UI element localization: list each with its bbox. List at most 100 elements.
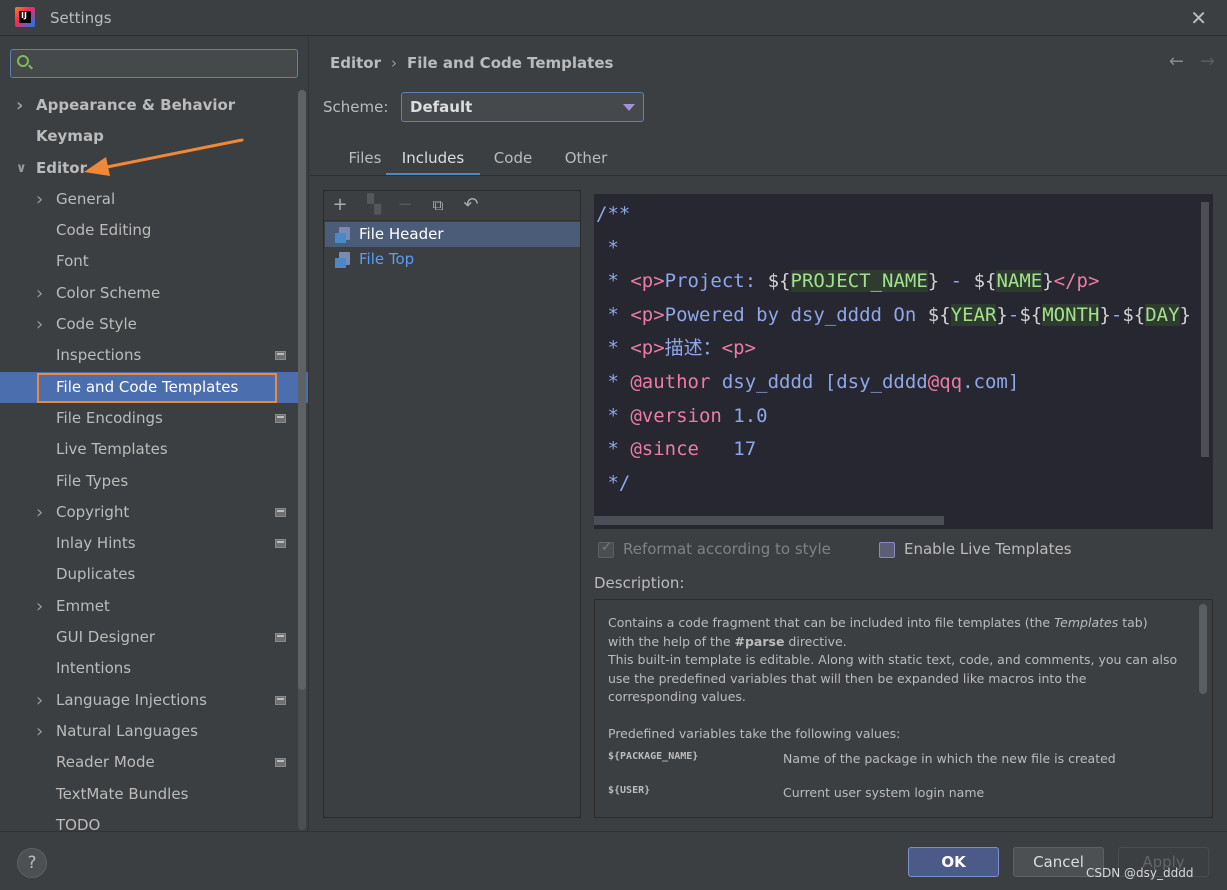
chevron-right-icon[interactable]: ›: [36, 497, 43, 528]
sidebar-item-reader-mode[interactable]: Reader Mode: [0, 747, 296, 778]
search-icon[interactable]: [17, 55, 29, 67]
sidebar-item-color-scheme[interactable]: › Color Scheme: [0, 278, 296, 309]
tab-other[interactable]: Other: [563, 142, 609, 176]
editor-vertical-scrollbar[interactable]: [1201, 202, 1209, 457]
ok-button[interactable]: OK: [908, 847, 999, 877]
annotation-arrow: [84, 138, 244, 176]
code-line: *: [596, 236, 619, 259]
template-item-file-top[interactable]: File Top: [325, 247, 580, 272]
chevron-right-icon[interactable]: ›: [36, 591, 43, 622]
chevron-right-icon[interactable]: ›: [36, 184, 43, 215]
template-name: File Top: [359, 250, 415, 268]
template-code-editor[interactable]: /** * * <p>Project: ${PROJECT_NAME} - ${…: [594, 194, 1213, 529]
template-item-file-header[interactable]: File Header: [325, 222, 580, 247]
variable-desc: Name of the package in which the new fil…: [783, 751, 1116, 766]
scheme-value: Default: [410, 98, 473, 116]
scheme-label: Scheme:: [323, 98, 389, 116]
sidebar-item-label: Color Scheme: [56, 283, 161, 302]
close-icon[interactable]: ✕: [1190, 6, 1207, 30]
sidebar-item-label: General: [56, 189, 116, 208]
sidebar-item-emmet[interactable]: › Emmet: [0, 591, 296, 622]
minus-icon[interactable]: −: [394, 195, 416, 217]
sidebar-item-live-templates[interactable]: Live Templates: [0, 434, 296, 465]
code-content[interactable]: /** * * <p>Project: ${PROJECT_NAME} - ${…: [596, 198, 1191, 500]
sidebar-item-label: Emmet: [56, 596, 110, 615]
chevron-right-icon[interactable]: ›: [36, 309, 43, 340]
code-line: /**: [596, 203, 631, 225]
scheme-dropdown[interactable]: Default: [401, 92, 644, 122]
file-template-icon: [335, 252, 351, 268]
template-name: File Header: [359, 225, 444, 243]
sidebar-item-general[interactable]: › General: [0, 184, 296, 215]
chevron-right-icon[interactable]: ›: [36, 278, 43, 309]
tab-includes[interactable]: Includes: [386, 142, 480, 176]
breadcrumb-parent: Editor: [330, 54, 381, 72]
sidebar-scrollbar-thumb[interactable]: [298, 90, 306, 690]
sidebar-item-font[interactable]: Font: [0, 246, 296, 277]
sidebar-item-label: File Encodings: [56, 408, 163, 427]
description-label: Description:: [594, 574, 685, 592]
description-box: Contains a code fragment that can be inc…: [594, 599, 1213, 818]
chevron-right-icon[interactable]: ›: [36, 716, 43, 747]
breadcrumb-current: File and Code Templates: [407, 54, 614, 72]
sidebar-item-label: Inlay Hints: [56, 534, 136, 553]
chevron-right-icon[interactable]: ›: [36, 685, 43, 716]
reset-icon[interactable]: ↶: [460, 195, 482, 217]
copy-icon[interactable]: ⧉: [427, 195, 449, 217]
sidebar-item-label: Font: [56, 252, 89, 271]
sidebar-item-inspections[interactable]: Inspections: [0, 340, 296, 371]
project-level-icon: [275, 633, 286, 643]
sidebar-item-copyright[interactable]: › Copyright: [0, 497, 296, 528]
sidebar-item-code-style[interactable]: › Code Style: [0, 309, 296, 340]
description-text: Contains a code fragment that can be inc…: [608, 614, 1178, 744]
variable-name: ${USER}: [608, 785, 651, 796]
help-button[interactable]: ?: [17, 848, 47, 878]
sidebar-item-file-types[interactable]: File Types: [0, 466, 296, 497]
sidebar-item-inlay-hints[interactable]: Inlay Hints: [0, 528, 296, 559]
reformat-checkbox[interactable]: [598, 540, 614, 558]
sidebar-item-file-and-code-templates[interactable]: File and Code Templates: [0, 371, 308, 403]
sidebar-item-label: Duplicates: [56, 565, 136, 584]
sidebar-item-file-encodings[interactable]: File Encodings: [0, 403, 296, 434]
code-line: * <p>描述：<p>: [596, 337, 756, 360]
tab-code[interactable]: Code: [493, 142, 533, 176]
plus-icon[interactable]: +: [329, 195, 351, 217]
desc-p1-a: Contains a code fragment that can be inc…: [608, 615, 1055, 630]
project-level-icon: [275, 413, 286, 423]
sidebar-item-code-editing[interactable]: Code Editing: [0, 215, 296, 246]
breadcrumb-separator: ›: [391, 54, 397, 72]
sidebar-item-natural-languages[interactable]: › Natural Languages: [0, 716, 296, 747]
sidebar-item-gui-designer[interactable]: GUI Designer: [0, 622, 296, 653]
dropdown-arrow-icon: [623, 104, 635, 111]
search-input[interactable]: [41, 54, 291, 74]
desc-p1-c: directive.: [784, 633, 847, 649]
code-line: * @author dsy_dddd [dsy_dddd@qq.com]: [596, 370, 1020, 393]
desc-parse: #parse: [734, 633, 785, 649]
sidebar-item-todo[interactable]: TODO: [0, 810, 296, 831]
live-templates-checkbox[interactable]: [879, 542, 895, 558]
chevron-down-icon[interactable]: ∨: [16, 153, 27, 184]
sidebar-item-language-injections[interactable]: › Language Injections: [0, 685, 296, 716]
description-scrollbar[interactable]: [1199, 604, 1207, 694]
sidebar-item-label: Copyright: [56, 502, 130, 521]
forward-arrow-icon[interactable]: →: [1200, 51, 1215, 72]
chevron-right-icon[interactable]: ›: [16, 90, 23, 121]
sidebar-item-duplicates[interactable]: Duplicates: [0, 559, 296, 590]
sidebar-item-label: Appearance & Behavior: [36, 96, 236, 114]
intellij-logo-icon: IJ: [15, 7, 35, 27]
sidebar-item-label: Natural Languages: [56, 721, 198, 740]
live-templates-label: Enable Live Templates: [904, 540, 1072, 558]
settings-search[interactable]: [10, 49, 298, 78]
create-child-icon[interactable]: ▚: [363, 195, 385, 217]
back-arrow-icon[interactable]: ←: [1169, 51, 1184, 72]
dialog-footer: ? OK Cancel Apply CSDN @dsy_dddd: [0, 831, 1227, 890]
editor-horizontal-scrollbar[interactable]: [594, 516, 944, 525]
sidebar-item-intentions[interactable]: Intentions: [0, 653, 296, 684]
sidebar-item-appearance-behavior[interactable]: › Appearance & Behavior: [0, 90, 296, 121]
code-line: * <p>Project: ${PROJECT_NAME} - ${NAME}<…: [596, 270, 1100, 293]
code-line: */: [596, 471, 631, 494]
code-line: * <p>Powered by dsy_dddd On ${YEAR}-${MO…: [596, 303, 1191, 326]
sidebar-item-textmate-bundles[interactable]: TextMate Bundles: [0, 779, 296, 810]
tabs-divider: [310, 175, 1227, 176]
navigation-arrows: ← →: [1153, 51, 1215, 72]
